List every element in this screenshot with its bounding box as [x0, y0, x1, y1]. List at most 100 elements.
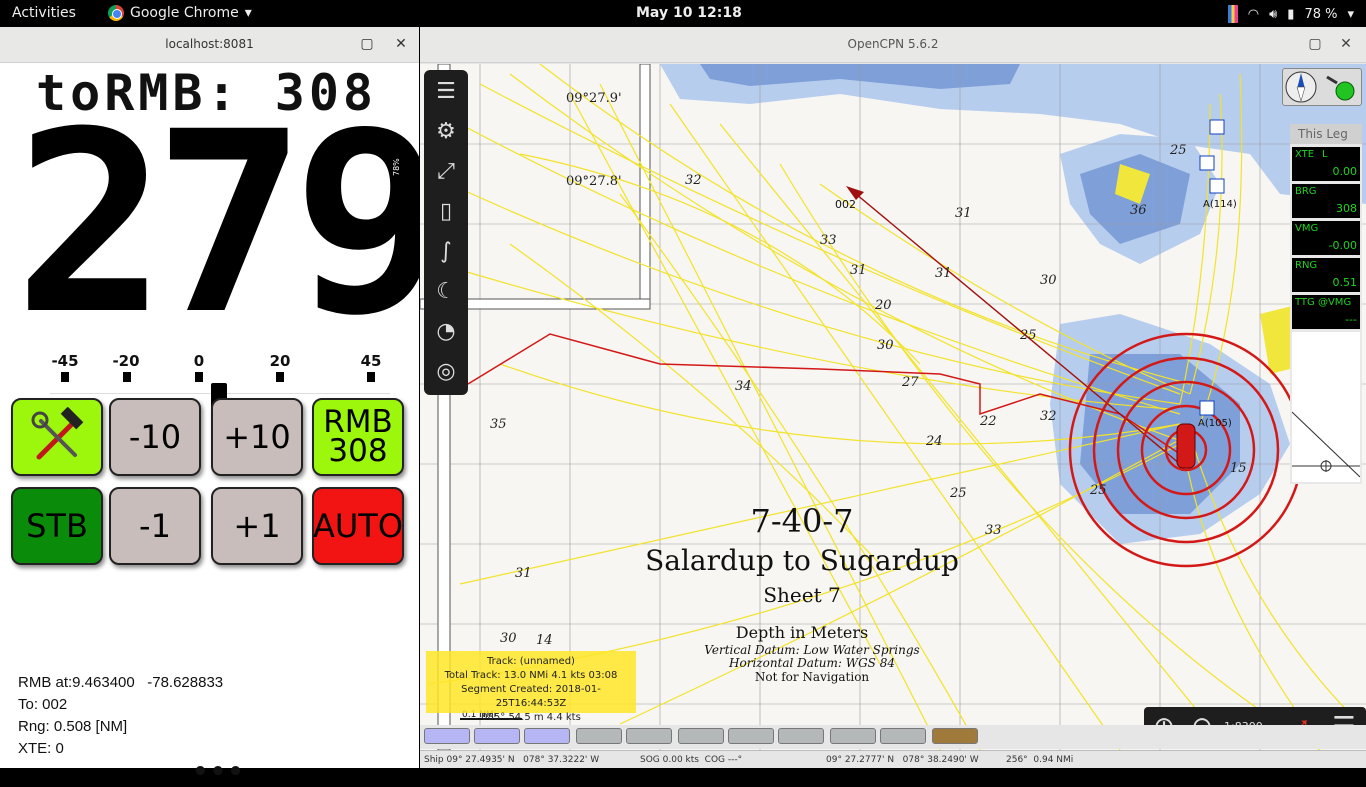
color-scheme-icon[interactable]: ☾: [430, 276, 462, 308]
more-menu-icon[interactable]: •••: [192, 757, 245, 787]
browser-window: localhost:8081 ▢ ✕ toRMB: 308 279 78% -4…: [0, 27, 446, 787]
piano-key[interactable]: [474, 728, 520, 744]
maximize-icon[interactable]: ▢: [1306, 35, 1324, 53]
settings-button[interactable]: [11, 398, 103, 476]
opencpn-title: OpenCPN 5.6.2: [847, 37, 939, 51]
clock[interactable]: May 10 12:18: [636, 5, 742, 21]
cursor-position: 09° 27.2777' N 078° 38.2490' W: [826, 755, 979, 765]
vmg-label: VMG: [1295, 223, 1319, 234]
piano-key[interactable]: [576, 728, 622, 744]
svg-text:31: 31: [515, 566, 532, 581]
piano-key[interactable]: [424, 728, 470, 744]
svg-text:32: 32: [685, 173, 702, 188]
plus-1-button[interactable]: +1: [211, 487, 303, 565]
ship-icon[interactable]: [1176, 423, 1196, 469]
compass-widget[interactable]: [1282, 68, 1362, 106]
scale-label: -20: [112, 352, 140, 370]
volume-icon: 🔊︎: [1269, 6, 1278, 22]
rng-cell: RNG 0.51: [1292, 258, 1360, 292]
svg-text:25: 25: [1019, 328, 1037, 343]
scale-tick: [195, 372, 203, 382]
track-created: Segment Created: 2018-01-25T16:44:53Z: [461, 684, 601, 709]
svg-text:33: 33: [820, 233, 837, 248]
xte-value: 0.00: [1332, 165, 1358, 178]
xte-graph: [1292, 411, 1360, 478]
piano-key[interactable]: [626, 728, 672, 744]
wifi-icon: ◠: [1247, 6, 1260, 22]
app-menu[interactable]: Google Chrome ▾: [108, 5, 252, 21]
main-toolbar: ☰ ⚙ ⤢ ▯ ∫ ☾ ◔ ◎: [424, 70, 468, 395]
mob-icon[interactable]: ◎: [430, 356, 462, 388]
chart-title-block: 7-40-7 Salardup to Sugardup Sheet 7 Dept…: [645, 502, 959, 684]
piano-key[interactable]: [678, 728, 724, 744]
piano-key[interactable]: [524, 728, 570, 744]
route-manager-icon[interactable]: ▯: [430, 196, 462, 228]
piano-key[interactable]: [830, 728, 876, 744]
auto-button[interactable]: AUTO: [312, 487, 404, 565]
piano-key[interactable]: [778, 728, 824, 744]
minus-1-button[interactable]: -1: [109, 487, 201, 565]
plus-10-button[interactable]: +10: [211, 398, 303, 476]
chart-datum: Horizontal Datum: WGS 84: [728, 656, 895, 670]
cursor-bearing: 256° 0.94 NMi: [1006, 755, 1074, 765]
svg-text:15: 15: [1230, 461, 1247, 476]
settings-icon[interactable]: ⚙: [430, 116, 462, 148]
system-tray[interactable]: ◠ 🔊︎ ▮ 78 % ▾: [1227, 5, 1354, 23]
standby-button[interactable]: STB: [11, 487, 103, 565]
browser-titlebar: localhost:8081 ▢ ✕: [0, 27, 419, 63]
lat-label: 09°27.8': [566, 174, 622, 189]
svg-text:25: 25: [1089, 483, 1107, 498]
piano-key[interactable]: [880, 728, 926, 744]
chart-datum: Vertical Datum: Low Water Springs: [704, 643, 919, 657]
nautical-chart: 32 33 31 31 31 20 30 25 27 35 34 32 22 24 25 36 15 31…: [420, 64, 1366, 750]
track-info-box: Track: (unnamed) Total Track: 13.0 NMi 4…: [426, 651, 636, 723]
brg-cell: BRG 308: [1292, 184, 1360, 218]
svg-text:30: 30: [500, 631, 517, 646]
chevron-down-icon: ▾: [244, 5, 252, 21]
anchor-label: A(114): [1203, 199, 1237, 210]
track-leg: 085° 54.5 m 4.4 kts: [481, 712, 581, 723]
dashboard-icon[interactable]: ◔: [430, 316, 462, 348]
chart-name: Salardup to Sugardup: [645, 544, 959, 577]
battery-badge: 78%: [392, 153, 406, 181]
xte-side: L: [1322, 149, 1328, 160]
chart-canvas[interactable]: 32 33 31 31 31 20 30 25 27 35 34 32 22 24 25 36 15 31…: [420, 64, 1366, 750]
svg-text:30: 30: [1040, 273, 1057, 288]
lat-label: 09°27.9': [566, 91, 622, 106]
track-icon[interactable]: ∫: [430, 236, 462, 268]
piano-key[interactable]: [932, 728, 978, 744]
route-icon[interactable]: ⤢: [430, 156, 462, 188]
maximize-icon[interactable]: ▢: [358, 35, 376, 53]
browser-title: localhost:8081: [165, 37, 254, 51]
status-bar: Ship 09° 27.4935' N 078° 37.3222' W SOG …: [420, 750, 1366, 768]
scale-label: 20: [269, 352, 291, 370]
close-icon[interactable]: ✕: [392, 35, 410, 53]
scale-label: -45: [51, 352, 79, 370]
minus-10-button[interactable]: -10: [109, 398, 201, 476]
svg-text:34: 34: [735, 379, 752, 394]
svg-text:27: 27: [901, 375, 919, 390]
piano-key[interactable]: [728, 728, 774, 744]
svg-text:35: 35: [490, 417, 507, 432]
app-name: Google Chrome: [130, 5, 239, 21]
system-top-bar: Activities Google Chrome ▾ May 10 12:18 …: [0, 0, 1366, 27]
activities-button[interactable]: Activities: [12, 5, 76, 21]
tools-icon: [31, 407, 84, 460]
svg-text:31: 31: [935, 266, 952, 281]
vmg-cell: VMG -0.00: [1292, 221, 1360, 255]
battery-icon: ▮: [1287, 6, 1295, 22]
svg-text:20: 20: [874, 298, 892, 313]
rmb-button[interactable]: RMB 308: [312, 398, 404, 476]
battery-percent: 78 %: [1304, 6, 1338, 22]
rng-value: 0.51: [1332, 276, 1358, 289]
menu-icon[interactable]: ☰: [430, 76, 462, 108]
close-icon[interactable]: ✕: [1337, 35, 1355, 53]
compass-icon: [1285, 71, 1355, 103]
svg-text:36: 36: [1130, 203, 1147, 218]
chart-number: 7-40-7: [750, 502, 853, 540]
svg-text:22: 22: [979, 414, 997, 429]
svg-text:25: 25: [1169, 143, 1187, 158]
scale-tick: [61, 372, 69, 382]
scale-label: 0: [193, 352, 205, 370]
dashboard-panel: This Leg XTE L 0.00 BRG 308 VMG -0.00 RN…: [1290, 124, 1362, 484]
